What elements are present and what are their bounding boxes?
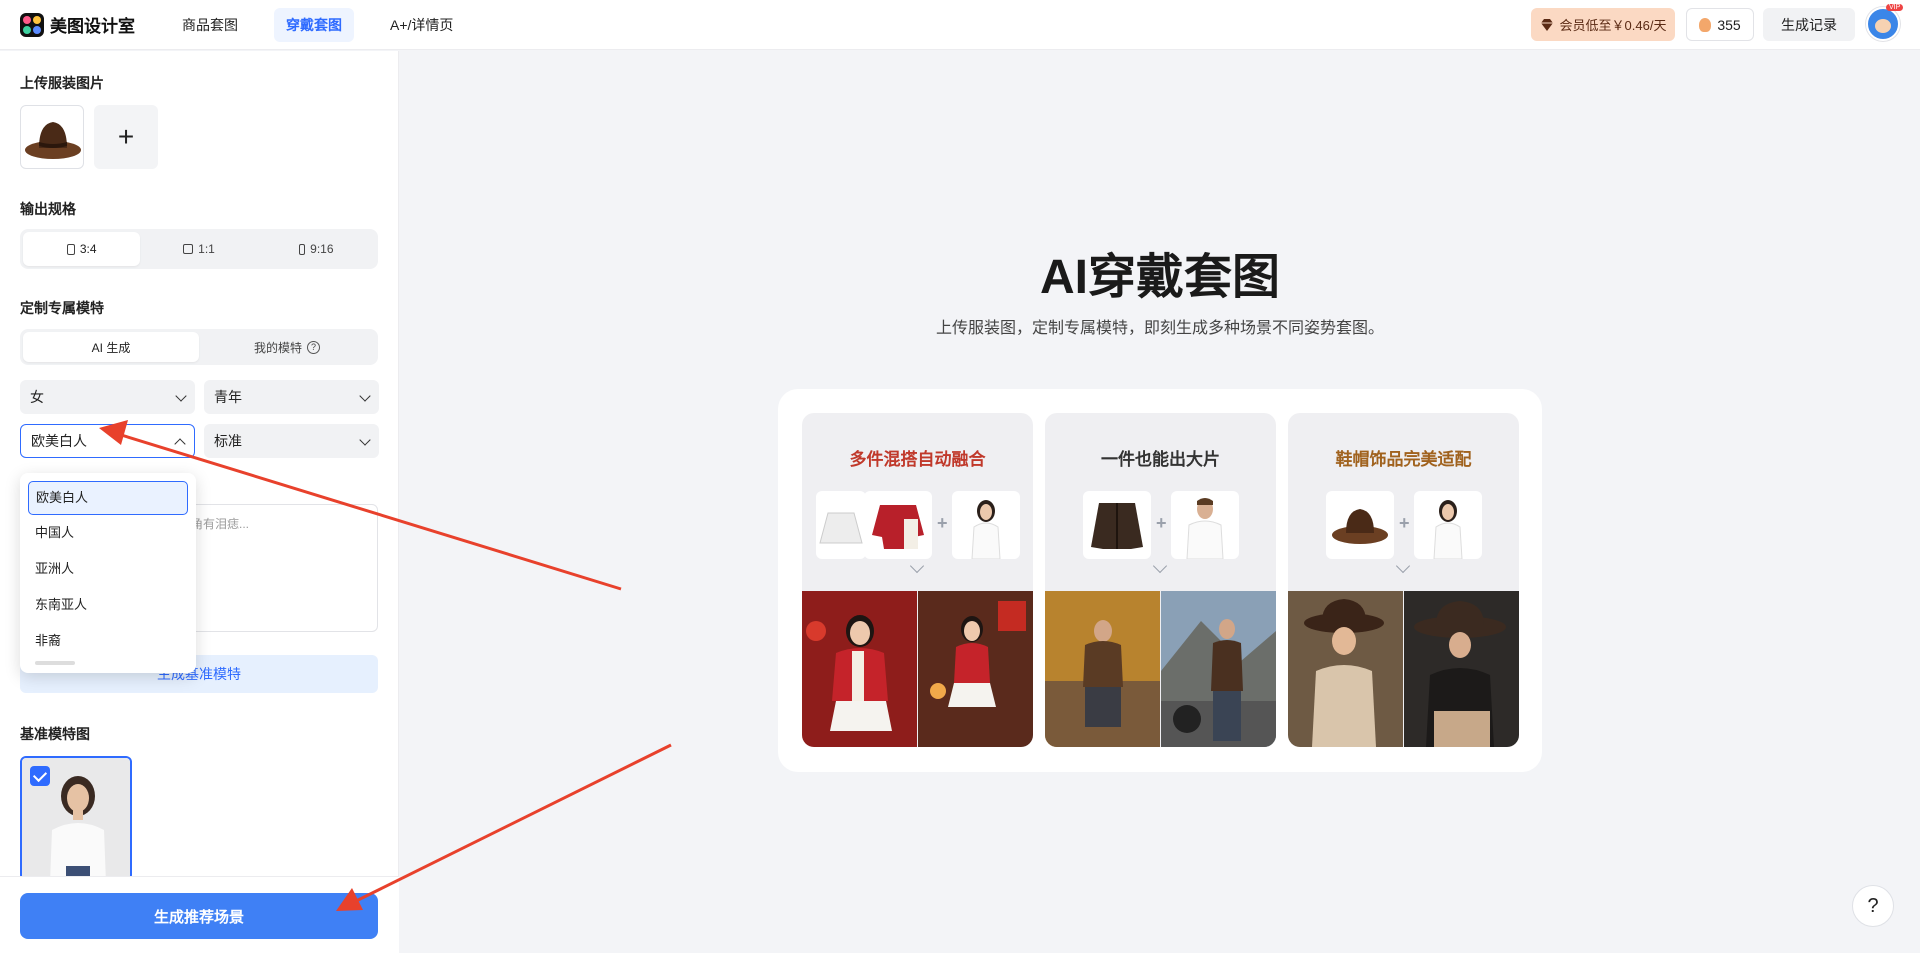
ethnicity-option[interactable]: 欧美白人 [28,481,188,515]
base-model-title: 基准模特图 [20,726,90,742]
ethnicity-option[interactable]: 非裔 [28,624,188,658]
ethnicity-option[interactable]: 亚洲人 [28,552,188,586]
showcase-panel: 多件混搭自动融合 + 一件也能出大片 + 鞋帽饰品完美适配 + [778,389,1542,772]
plus-icon: + [1399,513,1410,533]
logo-icon [20,12,44,37]
body-value: 标准 [214,433,242,449]
skirt-thumb [816,491,866,559]
ethnicity-select[interactable]: 欧美白人 [20,424,195,458]
chevron-up-icon [174,438,186,450]
hero-title: AI穿戴套图 [1039,251,1280,304]
sweater-thumb [864,491,932,559]
chevron-down-icon [1152,558,1168,574]
age-select[interactable]: 青年 [204,380,379,414]
result-photo [1404,591,1519,747]
coin-count: 355 [1717,16,1741,33]
uploaded-hat-thumbnail[interactable] [20,105,84,169]
chevron-down-icon [359,434,371,446]
tab-my-models-label: 我的模特 [253,340,302,355]
tab-wear-set[interactable]: 穿戴套图 [274,8,354,42]
top-bar: 美图设计室 商品套图 穿戴套图 A+/详情页 会员低至￥0.46/天 355 生… [0,0,1920,50]
gender-value: 女 [30,389,44,405]
feature-card-accessories: 鞋帽饰品完美适配 + [1288,413,1519,747]
diamond-icon [1540,18,1553,31]
description-placeholder: 角有泪痣... [191,517,250,531]
feature-card-mix: 多件混搭自动融合 + [802,413,1033,747]
feature-card-single: 一件也能出大片 + [1045,413,1276,747]
coin-icon [1699,17,1712,32]
logo[interactable]: 美图设计室 [20,12,135,37]
avatar[interactable] [1866,7,1900,41]
gender-select[interactable]: 女 [20,380,195,414]
plus-icon: + [937,513,948,533]
vip-promo-label: 会员低至￥0.46/天 [1559,18,1667,33]
plus-icon: + [1156,513,1167,533]
result-photo [1288,591,1403,747]
tab-product-set[interactable]: 商品套图 [170,8,250,42]
hero-subtitle: 上传服装图，定制专属模特，即刻生成多种场景不同姿势套图。 [935,320,1384,337]
vip-badge: VIP [1886,4,1904,11]
help-button[interactable]: ? [1852,885,1894,927]
bottom-action-bar: 生成推荐场景 [0,876,399,953]
upload-title: 上传服装图片 [20,75,104,91]
add-image-button[interactable]: + [94,105,158,169]
age-value: 青年 [214,389,242,405]
hat-thumb [1326,491,1394,559]
female-model-thumb [952,491,1020,559]
ethnicity-option[interactable]: 东南亚人 [28,588,188,622]
tab-aplus-detail[interactable]: A+/详情页 [378,8,465,42]
coin-balance-button[interactable]: 355 [1686,8,1754,41]
ethnicity-option[interactable]: 中国人 [28,516,188,550]
chevron-down-icon [175,390,187,402]
jacket-thumb [1083,491,1151,559]
cowboy-hat-icon [25,122,81,159]
result-photo [1161,591,1276,747]
history-button[interactable]: 生成记录 [1763,8,1855,41]
body-select[interactable]: 标准 [204,424,379,458]
male-model-thumb [1171,491,1239,559]
chevron-down-icon [1395,558,1411,574]
chevron-down-icon [909,558,925,574]
partially-hidden-option [35,661,75,665]
checkbox-checked-icon[interactable] [30,766,50,786]
feature-card-title: 一件也能出大片 [1101,450,1220,469]
logo-text: 美图设计室 [50,17,135,36]
help-circle-icon[interactable]: ? [307,340,320,354]
generate-scene-button[interactable]: 生成推荐场景 [20,893,378,939]
result-photo [802,591,917,747]
chevron-down-icon [359,390,371,402]
base-model-card[interactable] [20,756,132,881]
ethnicity-dropdown: 欧美白人 中国人 亚洲人 东南亚人 非裔 [20,473,196,673]
female-model-thumb [1414,491,1482,559]
feature-card-title: 鞋帽饰品完美适配 [1335,450,1472,469]
result-photo [918,591,1033,747]
result-photo [1045,591,1160,747]
ethnicity-value: 欧美白人 [31,433,87,449]
feature-card-title: 多件混搭自动融合 [849,450,986,469]
vip-promo-button[interactable]: 会员低至￥0.46/天 [1531,8,1675,41]
output-title: 输出规格 [20,201,76,217]
